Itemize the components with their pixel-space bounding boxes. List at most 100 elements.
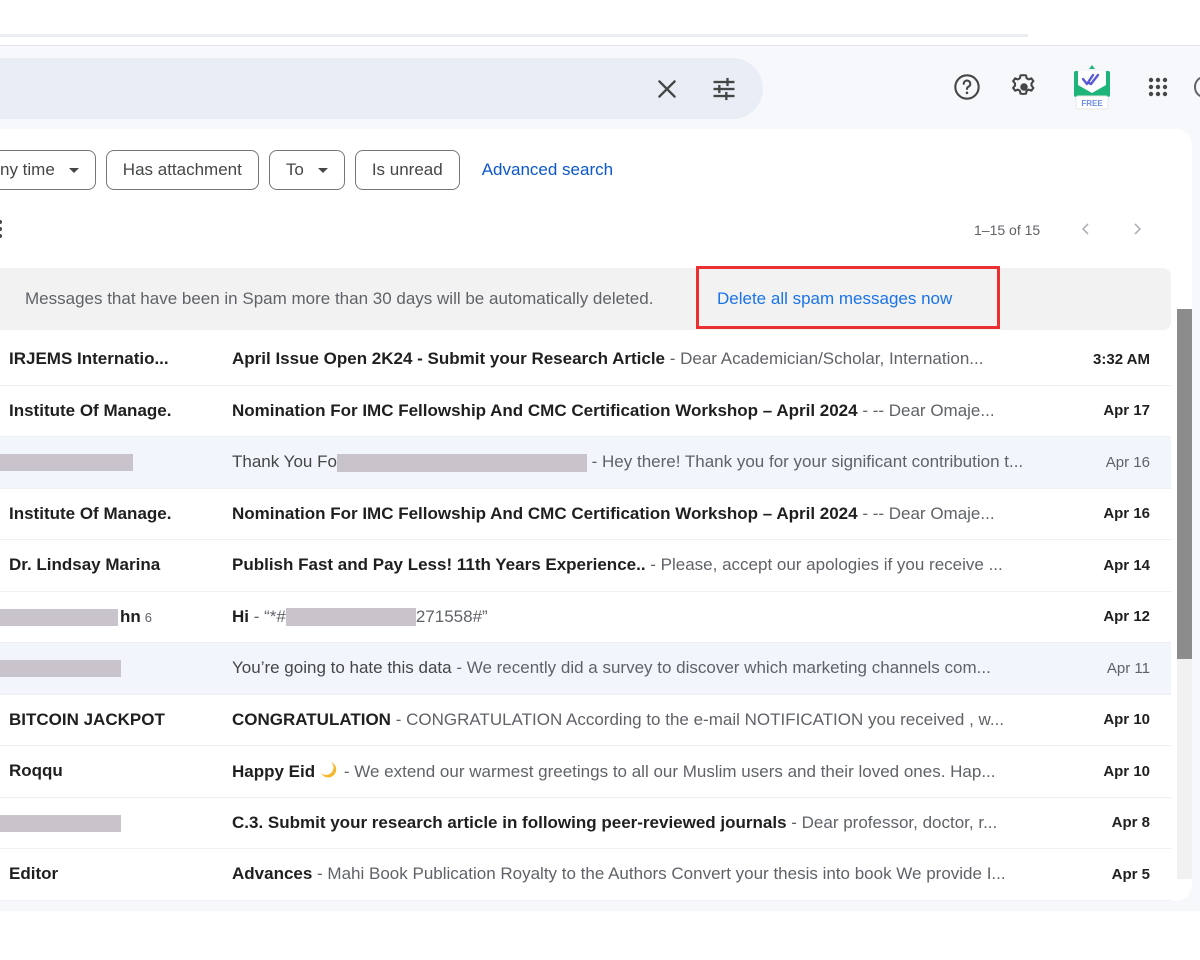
email-subject: Nomination For IMC Fellowship And CMC Ce… xyxy=(232,400,858,420)
email-subject: Nomination For IMC Fellowship And CMC Ce… xyxy=(232,503,858,523)
email-sender: Dr. Lindsay Marina xyxy=(9,555,161,575)
email-sender: Roqqu xyxy=(9,761,63,781)
mail-tracker-extension-icon[interactable]: FREE xyxy=(1068,63,1116,111)
email-snippet: 271558#” xyxy=(415,606,488,626)
email-content: Thank You Fo - Hey there! Thank you for … xyxy=(232,452,1072,472)
chip-label: To xyxy=(285,160,304,179)
email-date: Apr 8 xyxy=(1111,814,1150,832)
email-row[interactable]: BITCOIN JACKPOT CONGRATULATION - CONGRAT… xyxy=(0,694,1171,746)
scrollbar-thumb[interactable] xyxy=(1177,309,1192,659)
email-date: Apr 16 xyxy=(1105,453,1150,471)
chip-has-attachment[interactable]: Has attachment xyxy=(105,150,259,190)
email-row[interactable]: Dr. Lindsay Marina Publish Fast and Pay … xyxy=(0,540,1171,592)
list-toolbar: 1–15 of 15 xyxy=(0,209,1172,249)
email-sender: Institute Of Manage. xyxy=(9,503,172,523)
email-snippet: - Hey there! Thank you for your signific… xyxy=(586,452,1024,472)
email-content: CONGRATULATION - CONGRATULATION Accordin… xyxy=(232,710,1072,730)
email-row[interactable]: Editor Advances - Mahi Book Publication … xyxy=(0,849,1171,901)
email-content: April Issue Open 2K24 - Submit your Rese… xyxy=(232,349,1072,369)
chevron-left-icon[interactable] xyxy=(1074,217,1098,241)
search-filter-chips: ny time Has attachment To Is unread Adva… xyxy=(0,150,613,190)
clear-search-icon[interactable] xyxy=(654,76,680,102)
settings-gear-icon[interactable] xyxy=(1009,72,1039,102)
email-row[interactable]: hn 6 Hi - “*# 271558#” Apr 12 xyxy=(0,591,1171,643)
redacted-snippet xyxy=(285,608,416,627)
email-row[interactable]: Thank You Fo - Hey there! Thank you for … xyxy=(0,437,1171,489)
redacted-sender xyxy=(0,608,118,626)
email-row[interactable]: Institute Of Manage. Nomination For IMC … xyxy=(0,385,1171,437)
crescent-moon-icon xyxy=(319,760,339,780)
extension-badge: FREE xyxy=(1081,99,1103,108)
chevron-right-icon[interactable] xyxy=(1125,217,1149,241)
email-content: C.3. Submit your research article in fol… xyxy=(232,813,1072,833)
email-sender: IRJEMS Internatio... xyxy=(9,349,169,369)
email-subject: Thank You Fo xyxy=(232,452,337,472)
email-snippet: - -- Dear Omaje... xyxy=(857,503,995,523)
email-row[interactable]: You’re going to hate this data - We rece… xyxy=(0,643,1171,695)
dropdown-caret-icon xyxy=(68,167,79,173)
redacted-sender xyxy=(0,660,121,677)
apps-grid-icon[interactable] xyxy=(1143,72,1173,102)
email-content: Happy Eid - We extend our warmest greeti… xyxy=(232,760,1072,782)
email-subject: C.3. Submit your research article in fol… xyxy=(232,812,787,832)
redacted-sender xyxy=(0,454,133,471)
email-content: Publish Fast and Pay Less! 11th Years Ex… xyxy=(232,555,1072,575)
chip-label: ny time xyxy=(0,160,55,179)
chip-to[interactable]: To xyxy=(268,150,345,190)
email-snippet-prefix: - “*# xyxy=(249,606,286,626)
help-icon[interactable] xyxy=(952,72,982,102)
list-scrollbar[interactable] xyxy=(1177,309,1192,879)
email-snippet: - CONGRATULATION According to the e-mail… xyxy=(390,709,1005,729)
email-snippet: - Dear professor, doctor, r... xyxy=(786,812,998,832)
email-sender: Editor xyxy=(9,864,59,884)
delete-all-spam-link[interactable]: Delete all spam messages now xyxy=(717,289,952,309)
email-sender: BITCOIN JACKPOT xyxy=(9,709,165,729)
chip-label: Has attachment xyxy=(122,160,242,179)
email-snippet: - Please, accept our apologies if you re… xyxy=(645,555,1003,575)
email-row[interactable]: IRJEMS Internatio... April Issue Open 2K… xyxy=(0,334,1171,386)
email-row[interactable]: Institute Of Manage. Nomination For IMC … xyxy=(0,488,1171,540)
email-date: Apr 10 xyxy=(1103,762,1150,780)
email-snippet: - -- Dear Omaje... xyxy=(857,400,995,420)
mail-list-card: ny time Has attachment To Is unread Adva… xyxy=(0,129,1192,901)
email-date: Apr 5 xyxy=(1111,865,1150,883)
account-avatar[interactable] xyxy=(1194,76,1200,98)
email-content: Advances - Mahi Book Publication Royalty… xyxy=(232,864,1072,884)
email-content: Nomination For IMC Fellowship And CMC Ce… xyxy=(232,401,1072,421)
email-subject: Hi xyxy=(232,606,249,626)
email-date: 3:32 AM xyxy=(1093,350,1150,368)
chip-any-time[interactable]: ny time xyxy=(0,150,96,190)
advanced-search-link[interactable]: Advanced search xyxy=(482,160,613,180)
email-subject: CONGRATULATION xyxy=(232,709,391,729)
email-subject: Advances xyxy=(232,864,313,884)
redacted-subject xyxy=(336,453,587,472)
email-subject: You’re going to hate this data xyxy=(232,658,452,678)
email-snippet: - Dear Academician/Scholar, Internation.… xyxy=(665,349,984,369)
email-sender: hn 6 xyxy=(120,607,152,627)
browser-divider xyxy=(0,34,1028,37)
email-subject: April Issue Open 2K24 - Submit your Rese… xyxy=(232,349,666,369)
thread-count: 6 xyxy=(144,609,153,625)
email-date: Apr 17 xyxy=(1103,402,1150,420)
email-content: Nomination For IMC Fellowship And CMC Ce… xyxy=(232,504,1072,524)
email-date: Apr 16 xyxy=(1103,505,1150,523)
search-options-icon[interactable] xyxy=(710,75,738,103)
email-date: Apr 14 xyxy=(1103,556,1150,574)
email-row[interactable]: Roqqu Happy Eid - We extend our warmest … xyxy=(0,746,1171,798)
email-content: Hi - “*# 271558#” xyxy=(232,607,1072,627)
search-bar[interactable] xyxy=(0,58,763,119)
redacted-sender xyxy=(0,814,121,832)
email-row[interactable]: C.3. Submit your research article in fol… xyxy=(0,797,1171,849)
gmail-app: FREE ny time Has attachment To Is unread xyxy=(0,45,1200,911)
spam-notice-banner: Messages that have been in Spam more tha… xyxy=(0,268,1171,330)
chip-is-unread[interactable]: Is unread xyxy=(354,150,460,190)
email-sender: Institute Of Manage. xyxy=(9,400,172,420)
spam-notice-text: Messages that have been in Spam more tha… xyxy=(25,289,654,308)
email-list: IRJEMS Internatio... April Issue Open 2K… xyxy=(0,334,1171,901)
more-options-icon[interactable] xyxy=(0,219,6,239)
chip-label: Is unread xyxy=(371,160,443,179)
sender-name-fragment: hn xyxy=(120,606,141,626)
email-date: Apr 11 xyxy=(1106,659,1150,677)
email-snippet: - We extend our warmest greetings to all… xyxy=(339,762,996,782)
email-date: Apr 12 xyxy=(1103,608,1150,626)
